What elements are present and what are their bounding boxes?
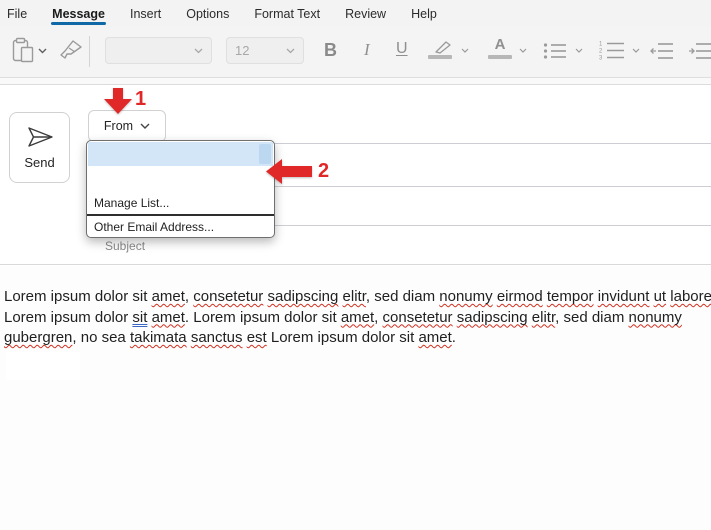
highlight-colorbar [428,55,452,59]
redacted-signature-block [6,352,80,380]
bold-button[interactable]: B [324,40,337,61]
menu-tab-file[interactable]: File [5,0,29,27]
format-painter-button[interactable] [59,39,83,61]
menu-tab-review[interactable]: Review [343,0,388,27]
send-label: Send [24,155,55,170]
message-body-text: Lorem ipsum dolor sit amet, consetetur s… [4,287,711,349]
highlighter-icon [435,41,451,54]
menu-item-manage-list[interactable]: Manage List... [87,192,274,214]
menu-tab-message[interactable]: Message [50,0,107,27]
chevron-down-icon [140,123,150,129]
paste-button[interactable] [12,37,34,63]
numbered-list-icon: 1 2 3 [599,42,624,62]
body-text-line: gubergren, no sea takimata sanctus est L… [4,329,456,346]
increase-indent-icon [689,43,711,59]
underline-button[interactable]: U [396,40,408,58]
chevron-down-icon [194,48,203,53]
menu-tab-insert[interactable]: Insert [128,0,163,27]
send-plane-icon [27,127,53,147]
bullet-list-icon [543,43,566,59]
font-size-combobox[interactable]: 12 [226,37,304,64]
format-painter-icon [60,40,82,59]
from-label: From [103,119,134,133]
highlight-dropdown-button[interactable] [461,48,469,53]
message-body-editor[interactable]: Lorem ipsum dolor sit amet, consetetur s… [0,266,711,530]
text-highlight-button[interactable] [428,40,454,59]
numbered-list-button[interactable]: 1 2 3 [599,40,625,61]
font-size-value: 12 [235,43,250,58]
menu-tab-options[interactable]: Options [184,0,231,27]
outlook-compose-window: File Message Insert Options Format Text … [0,0,711,530]
font-color-dropdown-button[interactable] [519,48,527,53]
menu-item-other-email-address[interactable]: Other Email Address... [87,216,274,237]
subject-placeholder: Subject [105,239,146,253]
svg-text:1: 1 [599,42,603,48]
from-dropdown-menu: Manage List... Other Email Address... [86,140,275,238]
annotation-number-2: 2 [318,160,330,182]
svg-text:2: 2 [599,49,603,55]
font-color-letter: A [494,36,506,53]
window-gap-strip [0,78,711,85]
increase-indent-button[interactable] [688,42,711,60]
menu-tab-format-text[interactable]: Format Text [252,0,322,27]
chevron-down-icon [38,48,47,54]
toolbar-divider [89,36,90,67]
chevron-down-icon [632,48,640,53]
font-colorbar [488,55,512,59]
subject-field[interactable]: Subject [105,237,665,255]
from-button[interactable]: From [88,110,166,142]
ribbon-toolbar: 12 B I U A 1 2 3 [0,27,711,78]
annotation-number-1: 1 [135,88,147,110]
font-name-combobox[interactable] [105,37,212,64]
from-dropdown-selected-account[interactable] [88,142,273,166]
chevron-down-icon [286,48,295,53]
annotation-arrow-down-step1 [104,88,132,114]
paste-dropdown-button[interactable] [38,48,47,54]
font-color-button[interactable]: A [488,36,512,59]
menu-tab-help[interactable]: Help [409,0,439,27]
body-text-line: Lorem ipsum dolor sit amet, consetetur s… [4,288,711,305]
italic-button[interactable]: I [364,40,370,60]
body-text-line: Lorem ipsum dolor sit amet. Lorem ipsum … [4,308,682,326]
menu-bar: File Message Insert Options Format Text … [0,0,711,27]
numbered-list-dropdown-button[interactable] [632,48,640,53]
decrease-indent-button[interactable] [650,42,674,60]
bullet-list-button[interactable] [543,42,567,60]
annotation-arrow-left-step2 [266,159,312,184]
chevron-down-icon [575,48,583,53]
svg-text:3: 3 [599,56,603,62]
chevron-down-icon [461,48,469,53]
decrease-indent-icon [650,43,673,59]
bullet-list-dropdown-button[interactable] [575,48,583,53]
send-button[interactable]: Send [9,112,70,183]
paste-icon [12,37,34,63]
chevron-down-icon [519,48,527,53]
header-body-separator [0,264,711,265]
